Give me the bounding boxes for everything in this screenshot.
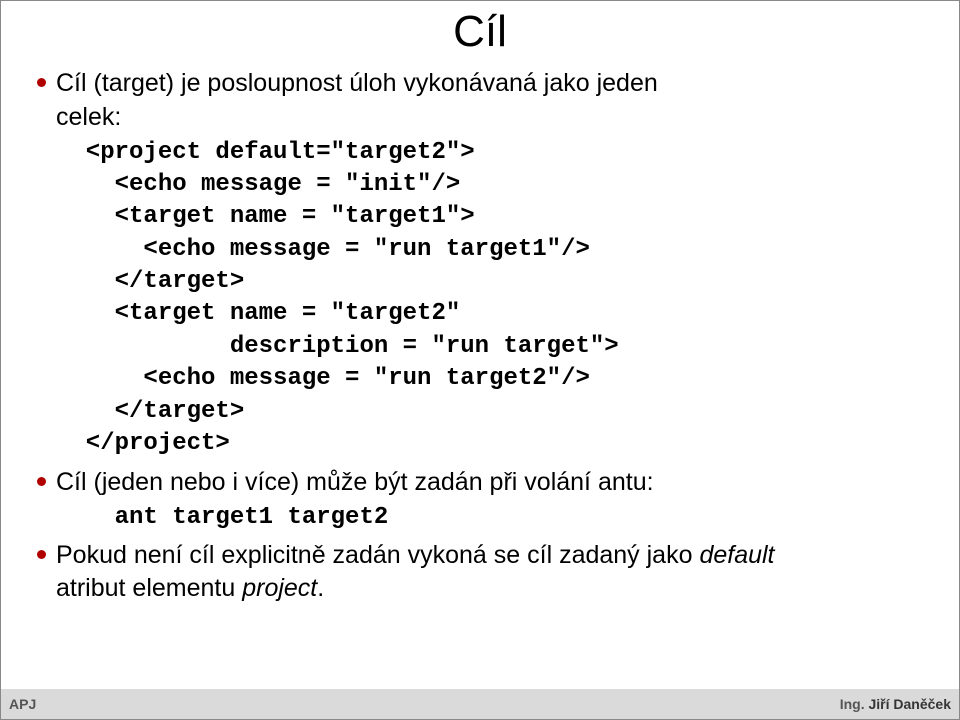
- text-italic: default: [699, 541, 774, 569]
- footer-prefix: Ing.: [840, 696, 869, 712]
- code-line: </project>: [57, 430, 230, 457]
- footer-right: Ing. Jiří Daněček: [840, 696, 951, 712]
- text-line: atribut elementu: [56, 574, 242, 602]
- code-block-1: <project default="target2"> <echo messag…: [57, 137, 923, 461]
- code-line: description = "run target">: [57, 333, 619, 360]
- code-line: <project default="target2">: [57, 139, 475, 166]
- code-block-2: ant target1 target2: [57, 502, 923, 534]
- slide: Cíl Cíl (target) je posloupnost úloh vyk…: [0, 0, 960, 720]
- text-line: celek:: [56, 103, 121, 131]
- footer-bar: APJ Ing. Jiří Daněček: [1, 689, 959, 719]
- bullet-dot-icon: [37, 477, 46, 486]
- code-line: <echo message = "init"/>: [57, 171, 460, 198]
- code-line: </target>: [57, 268, 244, 295]
- slide-title: Cíl: [1, 1, 959, 67]
- code-line: <echo message = "run target1"/>: [57, 236, 590, 263]
- footer-author: Jiří Daněček: [869, 696, 952, 712]
- text-line: .: [317, 574, 324, 602]
- bullet-item-1: Cíl (target) je posloupnost úloh vykonáv…: [37, 67, 923, 135]
- code-line: <target name = "target1">: [57, 203, 475, 230]
- bullet-text: Cíl (target) je posloupnost úloh vykonáv…: [56, 67, 923, 135]
- bullet-text: Cíl (jeden nebo i více) může být zadán p…: [56, 466, 923, 500]
- bullet-item-2: Cíl (jeden nebo i více) může být zadán p…: [37, 466, 923, 500]
- footer-left: APJ: [9, 696, 36, 712]
- bullet-dot-icon: [37, 550, 46, 559]
- text-line: Pokud není cíl explicitně zadán vykoná s…: [56, 541, 699, 569]
- slide-content: Cíl (target) je posloupnost úloh vykonáv…: [1, 67, 959, 606]
- bullet-dot-icon: [37, 78, 46, 87]
- code-line: ant target1 target2: [57, 504, 388, 531]
- code-line: <echo message = "run target2"/>: [57, 365, 590, 392]
- text-italic: project: [242, 574, 317, 602]
- bullet-item-3: Pokud není cíl explicitně zadán vykoná s…: [37, 539, 923, 607]
- text-line: Cíl (target) je posloupnost úloh vykonáv…: [56, 69, 658, 97]
- code-line: </target>: [57, 398, 244, 425]
- text-line: Cíl (jeden nebo i více) může být zadán p…: [56, 468, 654, 496]
- bullet-text: Pokud není cíl explicitně zadán vykoná s…: [56, 539, 923, 607]
- code-line: <target name = "target2": [57, 300, 460, 327]
